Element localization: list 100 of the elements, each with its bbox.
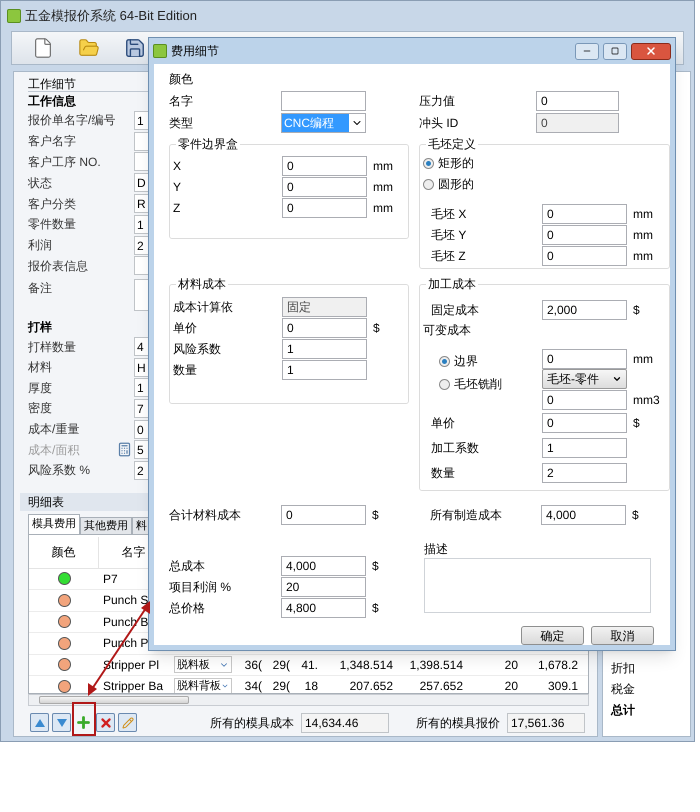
field-label: 成本/面积 <box>28 442 80 459</box>
table-cell-text: 18 <box>304 678 319 693</box>
input-field[interactable]: 2,000 <box>542 300 627 320</box>
section-title: 工作信息 <box>28 93 76 110</box>
field-label: 毛坯 Z <box>431 248 467 264</box>
description-field[interactable] <box>424 558 651 613</box>
up-triangle-icon <box>34 718 46 728</box>
input-field[interactable]: 0 <box>542 348 627 368</box>
field-label: 成本计算依 <box>173 298 234 316</box>
folder-icon[interactable] <box>78 37 100 59</box>
radio-button[interactable] <box>439 378 450 390</box>
input-field[interactable]: 0 <box>542 412 627 432</box>
radio-button[interactable] <box>439 356 450 366</box>
group-title: 毛坯定义 <box>426 136 478 152</box>
field-label: X <box>173 158 182 174</box>
unit-label: mm <box>633 226 653 244</box>
field-label: 颜色 <box>169 71 194 88</box>
chevron-icon <box>612 374 622 384</box>
new-file-icon[interactable] <box>32 37 54 59</box>
total-field: 17,561.36 <box>507 712 585 733</box>
maximize-button[interactable] <box>603 42 627 60</box>
field-label: 状态 <box>28 174 53 192</box>
field-label: 名字 <box>169 93 194 110</box>
field-label: 客户分类 <box>28 196 77 213</box>
field-label: 风险系数 % <box>28 462 92 480</box>
group-title: 材料成本 <box>176 276 228 292</box>
unit-label: $ <box>373 320 380 336</box>
field-label: 备注 <box>28 280 53 298</box>
dialog-button[interactable]: 取消 <box>591 626 654 645</box>
total-label: 所有的模具成本 <box>210 714 294 732</box>
move-up-button[interactable] <box>30 713 49 732</box>
scrollbar-thumb[interactable] <box>39 696 189 704</box>
app-icon <box>153 44 167 58</box>
input-field[interactable]: 0 <box>542 390 627 410</box>
delete-button[interactable] <box>96 713 115 732</box>
close-button[interactable] <box>631 42 671 60</box>
field-label: 报价单名字/编号 <box>28 112 116 130</box>
field-label: 密度 <box>28 400 53 418</box>
input-field[interactable]: 0 <box>281 505 366 525</box>
field-label: 利润 <box>28 237 53 254</box>
highlight-frame <box>72 702 96 736</box>
field-label: 成本/重量 <box>28 421 80 438</box>
input-field[interactable]: 1 <box>282 360 367 380</box>
calculator-icon[interactable] <box>117 442 132 458</box>
field-label: 材料 <box>28 359 53 376</box>
field-label: Y <box>173 178 182 196</box>
group-title: 加工成本 <box>426 276 478 292</box>
input-field[interactable]: 0 <box>282 176 367 196</box>
radio-label: 边界 <box>454 353 478 370</box>
radio-button[interactable] <box>423 178 434 190</box>
input-field[interactable]: 4,000 <box>281 556 366 576</box>
radio-label: 毛坯铣削 <box>454 376 502 393</box>
save-icon[interactable] <box>124 37 146 59</box>
input-field[interactable]: 0 <box>282 198 367 218</box>
input-field[interactable] <box>281 91 366 111</box>
field-label: 总价格 <box>169 600 206 616</box>
table-cell-text: 207.652 <box>348 678 394 693</box>
field-label: 零件数量 <box>28 216 77 234</box>
input-field[interactable]: 1 <box>282 338 367 358</box>
radio-button[interactable] <box>423 158 434 168</box>
pencil-icon <box>122 716 134 729</box>
edit-button[interactable] <box>118 713 137 732</box>
dialog-button[interactable]: 确定 <box>521 626 584 645</box>
input-field[interactable]: 0 <box>282 318 367 338</box>
input-field[interactable]: 0 <box>542 204 627 224</box>
window-title: 五金模报价系统 64-Bit Edition <box>25 7 197 26</box>
type-dropdown[interactable]: 脱料板 <box>174 656 232 674</box>
tab[interactable]: 其他费用 <box>80 516 132 534</box>
table-cell-text: 34( <box>244 678 263 693</box>
input-field[interactable]: 0 <box>536 91 619 111</box>
input-field[interactable]: 0 <box>542 246 627 266</box>
summary-label: 折扣 <box>611 660 636 677</box>
mill-dropdown[interactable]: 毛坯-零件 <box>542 369 627 389</box>
field-label: 固定成本 <box>431 302 480 318</box>
table-cell-text: 36( <box>244 656 263 674</box>
table-cell-text: 29( <box>272 678 291 693</box>
unit-label: $ <box>372 558 379 574</box>
input-field[interactable]: 0 <box>542 224 627 244</box>
unit-label: mm <box>373 200 393 216</box>
input-field[interactable]: 1 <box>542 438 627 458</box>
field-label: 类型 <box>169 115 194 132</box>
section-title: 打样 <box>28 319 52 336</box>
close-icon <box>645 45 657 57</box>
tab[interactable]: 模具费用 <box>28 514 80 534</box>
field-label: 压力值 <box>419 93 456 110</box>
unit-label: $ <box>632 507 639 524</box>
input-field[interactable]: 20 <box>281 576 366 596</box>
input-field[interactable]: 0 <box>282 156 367 176</box>
table-cell-text: 29( <box>272 656 291 674</box>
move-down-button[interactable] <box>52 713 71 732</box>
unit-label: $ <box>372 507 379 524</box>
table-cell-text: 1,678.2 <box>536 656 579 674</box>
table-cell-text: Punch B <box>102 614 150 631</box>
section-label: 可变成本 <box>423 322 471 339</box>
input-field[interactable]: 2 <box>542 462 627 482</box>
input-field[interactable]: 4,800 <box>281 598 366 618</box>
input-field[interactable]: 4,000 <box>541 505 626 525</box>
field-label: 冲头 ID <box>419 115 460 132</box>
column-header[interactable]: 颜色 <box>29 536 99 568</box>
down-triangle-icon <box>56 718 68 728</box>
